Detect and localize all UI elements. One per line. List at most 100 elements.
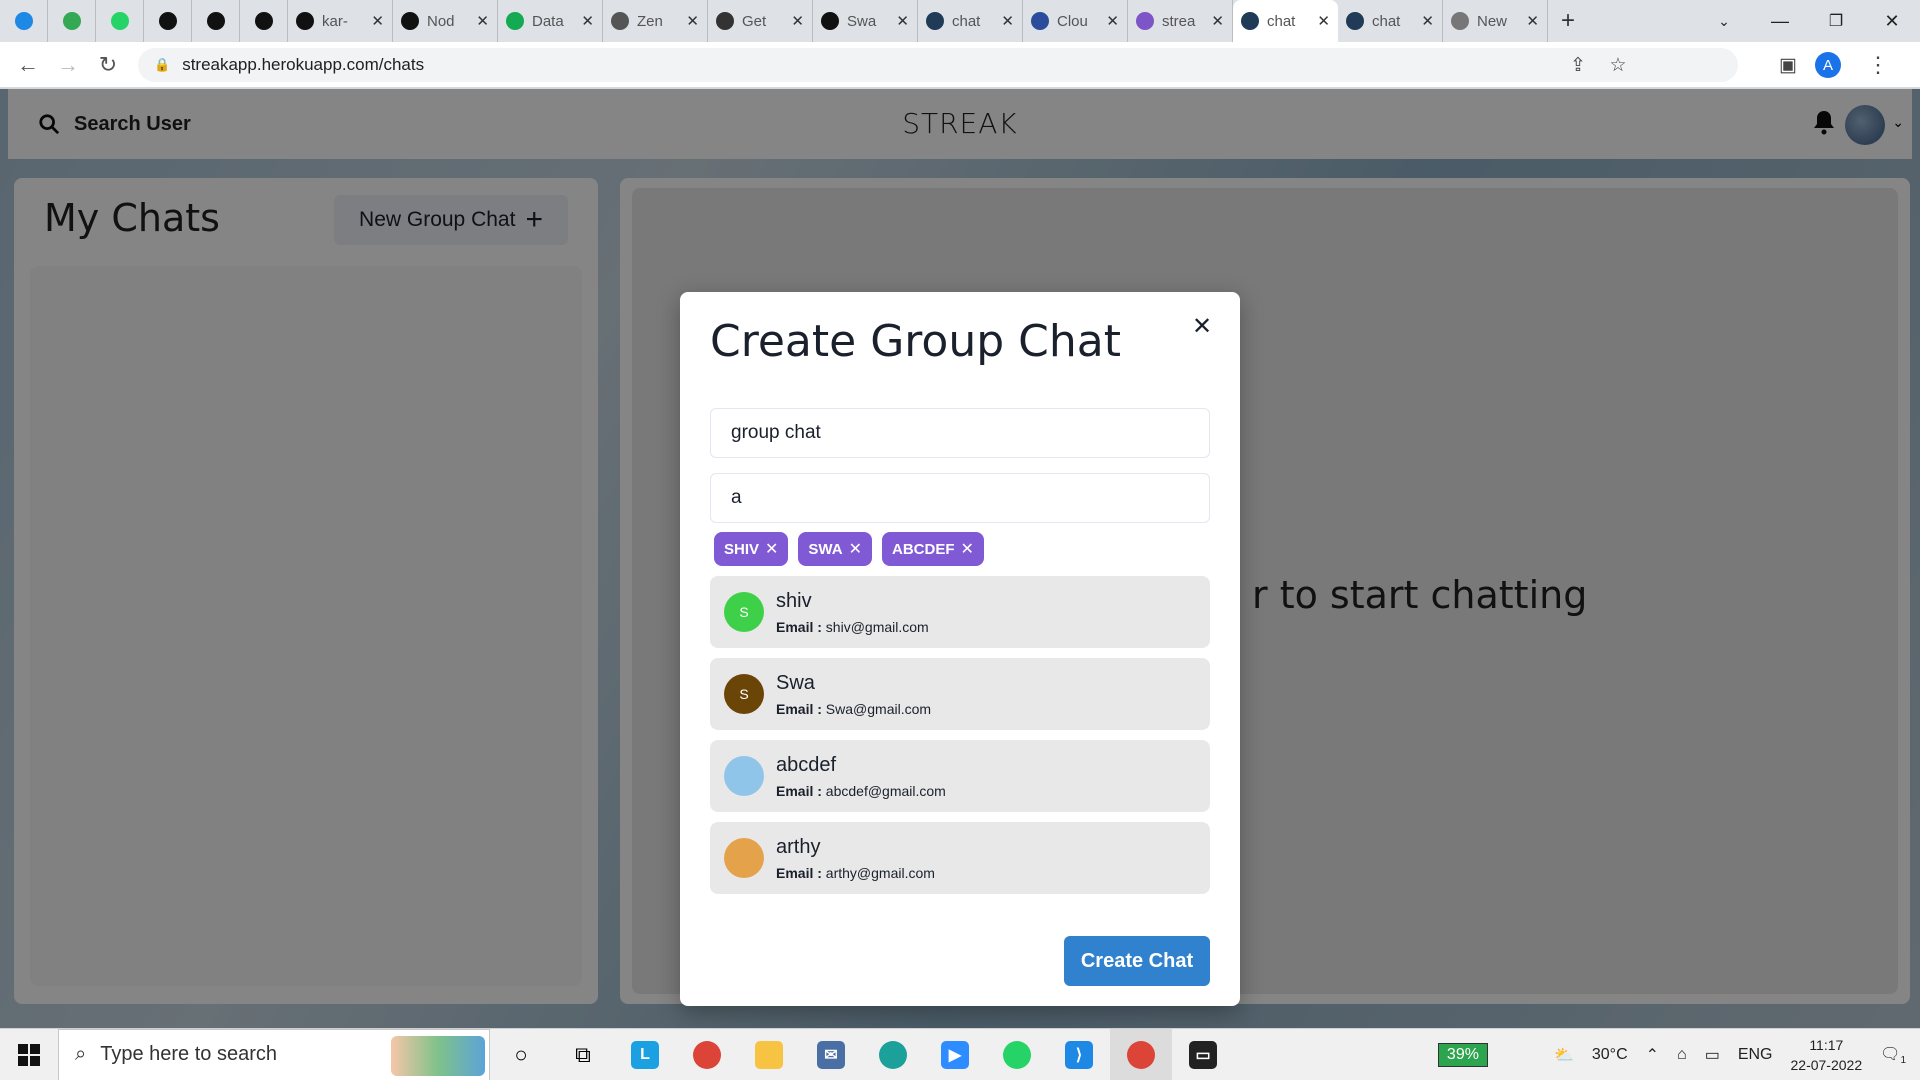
file-explorer-icon[interactable] [738, 1029, 800, 1080]
minimize-button[interactable]: — [1752, 0, 1808, 42]
battery-indicator[interactable]: 39% [1437, 1043, 1488, 1067]
user-list-item[interactable]: abcdef Email : abcdef@gmail.com [710, 740, 1210, 812]
app-l-icon[interactable]: L [614, 1029, 676, 1080]
browser-tab[interactable]: Zen ✕ [603, 0, 708, 42]
browser-tab[interactable]: Get ✕ [708, 0, 813, 42]
tab-close-icon[interactable]: ✕ [476, 12, 489, 30]
zoom-icon[interactable]: ▶ [924, 1029, 986, 1080]
tab-close-icon[interactable]: ✕ [581, 12, 594, 30]
pinned-tab[interactable] [0, 0, 48, 42]
browser-tab[interactable]: chat ✕ [1233, 0, 1338, 42]
mail-icon[interactable]: ✉ [800, 1029, 862, 1080]
windows-taskbar: ⌕ Type here to search ○ ⧉ L ✉ ▶ ⟩ ▭ 39% … [0, 1028, 1920, 1080]
edge-icon[interactable] [862, 1029, 924, 1080]
profile-button[interactable]: A [1808, 42, 1848, 88]
whatsapp-icon[interactable] [986, 1029, 1048, 1080]
new-tab-button[interactable]: + [1548, 7, 1588, 35]
browser-tab[interactable]: chat ✕ [1338, 0, 1443, 42]
email-value: abcdef@gmail.com [825, 782, 946, 799]
notification-icon[interactable]: 🗨1 [1880, 1044, 1906, 1066]
browser-tab[interactable]: Data ✕ [498, 0, 603, 42]
chrome-icon[interactable] [676, 1029, 738, 1080]
network-icon[interactable]: ⌂ [1677, 1046, 1687, 1064]
tab-close-icon[interactable]: ✕ [791, 12, 804, 30]
remove-user-icon[interactable]: ✕ [765, 539, 778, 559]
clock[interactable]: 11:17 22-07-2022 [1791, 1035, 1863, 1075]
browser-tab[interactable]: Clou ✕ [1023, 0, 1128, 42]
share-icon[interactable]: ⇪ [1558, 42, 1598, 88]
create-chat-button[interactable]: Create Chat [1064, 936, 1210, 986]
email-value: Swa@gmail.com [825, 700, 932, 717]
user-list-item[interactable]: arthy Email : arthy@gmail.com [710, 822, 1210, 894]
tab-title: Zen [637, 12, 663, 30]
heroku-icon [1136, 12, 1154, 30]
user-name: abcdef [776, 753, 837, 776]
github-icon [254, 12, 273, 30]
browser-menu-icon[interactable]: ⋮ [1858, 42, 1898, 88]
selected-user-badge: ABCDEF ✕ [882, 532, 984, 566]
temperature[interactable]: 30°C [1592, 1046, 1628, 1064]
pinned-tab[interactable] [48, 0, 96, 42]
react-icon [1241, 12, 1259, 30]
back-icon[interactable]: ← [8, 52, 48, 78]
browser-tab[interactable]: strea ✕ [1128, 0, 1233, 42]
tab-close-icon[interactable]: ✕ [686, 12, 699, 30]
user-list-item[interactable]: S Swa Email : Swa@gmail.com [710, 658, 1210, 730]
taskbar-search[interactable]: ⌕ Type here to search [58, 1028, 490, 1080]
badge-app-icon [62, 12, 81, 30]
tab-close-icon[interactable]: ✕ [1526, 12, 1539, 30]
terminal-icon[interactable]: ▭ [1172, 1029, 1234, 1080]
tab-close-icon[interactable]: ✕ [371, 12, 384, 30]
user-list-item[interactable]: Sshiv Email : shiv@gmail.com [710, 576, 1210, 648]
browser-tab[interactable]: Nod ✕ [393, 0, 498, 42]
pinned-tab[interactable] [96, 0, 144, 42]
language-indicator[interactable]: ENG [1738, 1046, 1773, 1064]
browser-tab[interactable]: New ✕ [1443, 0, 1548, 42]
tab-strip: kar- ✕ Nod ✕ Data ✕ Zen ✕ Get ✕ Swa ✕ chat ✕ Clou ✕ stre… [0, 0, 1920, 42]
tab-close-icon[interactable]: ✕ [1001, 12, 1014, 30]
battery-icon[interactable]: ▭ [1705, 1045, 1720, 1065]
selected-users: SHIV ✕ SWA ✕ ABCDEF ✕ [714, 532, 984, 566]
add-users-input[interactable] [710, 473, 1210, 523]
cortana-icon[interactable]: ○ [490, 1029, 552, 1080]
user-info: Swa Email : Swa@gmail.com [776, 672, 931, 717]
github-icon [401, 12, 419, 30]
remove-user-icon[interactable]: ✕ [849, 539, 862, 559]
task-view-icon[interactable]: ⧉ [552, 1029, 614, 1080]
tab-close-icon[interactable]: ✕ [1211, 12, 1224, 30]
pinned-tab[interactable] [144, 0, 192, 42]
github-icon [296, 12, 314, 30]
tab-close-icon[interactable]: ✕ [896, 12, 909, 30]
browser-tab[interactable]: chat ✕ [918, 0, 1023, 42]
windows-start-icon[interactable] [0, 1029, 58, 1080]
close-window-button[interactable]: ✕ [1864, 0, 1920, 42]
weather-icon[interactable]: ⛅ [1554, 1045, 1574, 1065]
url-input[interactable]: 🔒 streakapp.herokuapp.com/chats [138, 48, 1738, 82]
chrome-profile-icon[interactable] [1110, 1028, 1172, 1080]
close-icon[interactable]: ✕ [1186, 310, 1218, 342]
sidepanel-icon[interactable]: ▣ [1768, 42, 1808, 88]
tab-close-icon[interactable]: ✕ [1317, 12, 1330, 30]
tab-search-icon[interactable]: ⌄ [1696, 0, 1752, 42]
tab-title: chat [1267, 12, 1296, 30]
tab-title: New [1477, 12, 1508, 30]
pinned-tab[interactable] [240, 0, 288, 42]
search-highlight-image [391, 1035, 485, 1076]
notification-count: 1 [1900, 1055, 1906, 1067]
chevron-up-icon[interactable]: ⌃ [1646, 1045, 1659, 1065]
user-info: abcdef Email : abcdef@gmail.com [776, 754, 946, 799]
tab-close-icon[interactable]: ✕ [1421, 12, 1434, 30]
browser-tab[interactable]: Swa ✕ [813, 0, 918, 42]
chat-name-input[interactable] [710, 408, 1210, 458]
pinned-tab[interactable] [192, 0, 240, 42]
user-email: Email : abcdef@gmail.com [776, 783, 946, 799]
forward-icon[interactable]: → [48, 52, 88, 78]
tab-close-icon[interactable]: ✕ [1106, 12, 1119, 30]
vscode-icon[interactable]: ⟩ [1048, 1029, 1110, 1080]
email-label: Email : [776, 700, 822, 717]
reload-icon[interactable]: ↻ [88, 52, 128, 78]
remove-user-icon[interactable]: ✕ [961, 539, 974, 559]
restore-button[interactable]: ❐ [1808, 0, 1864, 42]
browser-tab[interactable]: kar- ✕ [288, 0, 393, 42]
bookmark-star-icon[interactable]: ☆ [1598, 42, 1638, 88]
